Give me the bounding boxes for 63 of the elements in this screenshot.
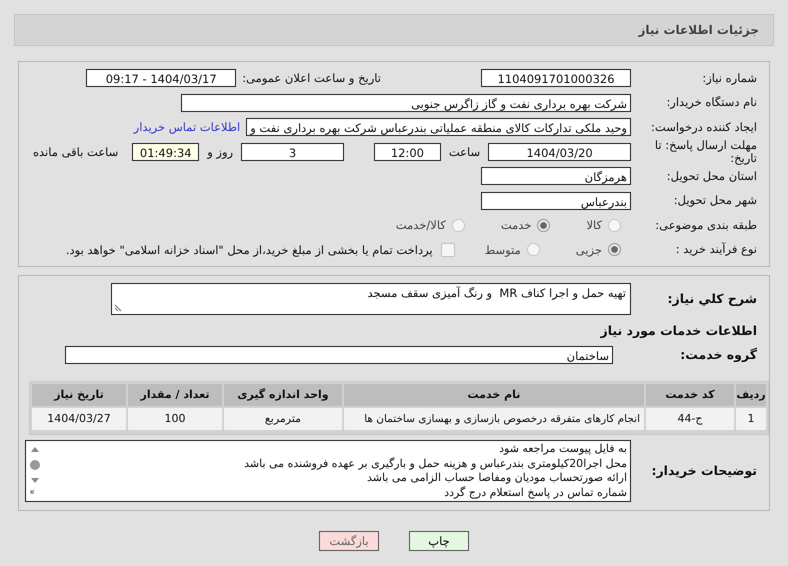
note-line: محل اجرا20کیلومتری بندرعباس و هزینه حمل و بارگیری بر عهده فروشنده می باشد	[243, 456, 627, 471]
radio-label: متوسط	[484, 242, 521, 257]
radio-button[interactable]	[452, 218, 465, 232]
column-header: نام خدمت	[344, 384, 644, 406]
column-header: تعداد / مقدار	[128, 384, 222, 406]
deadline-time-field: 12:00	[374, 142, 441, 161]
remaining-time-field: 01:49:34	[132, 142, 200, 161]
field-label: شرح کلي نیاز:	[666, 292, 758, 306]
column-header: تاریخ نیاز	[32, 384, 126, 406]
page-title: جزئیات اطلاعات نیاز	[638, 23, 759, 37]
back-button[interactable]: بازگشت	[319, 531, 379, 551]
field-label: شماره نیاز:	[701, 72, 758, 85]
announce-date-field: 1404/03/17 - 09:17	[86, 69, 236, 88]
requester-field: وحید ملکی تدارکات کالای منطقه عملیاتی بندرعباس شرکت بهره برداری نفت و	[246, 118, 631, 136]
buyer-org-field: شرکت بهره برداری نفت و گاز زاگرس جنوبی	[181, 94, 631, 112]
remaining-label: ساعت باقی مانده	[33, 144, 118, 159]
deadline-date-field: 1404/03/20	[488, 142, 631, 161]
resize-grip-icon	[114, 304, 122, 312]
note-line: ارائه صورتحساب مودیان ومفاصا حساب الزامی می باشد	[366, 471, 627, 486]
time-label: ساعت	[448, 144, 480, 159]
column-header: کد خدمت	[646, 384, 734, 406]
field-label: تاریخ و ساعت اعلان عمومی:	[242, 71, 381, 86]
field-label: مهلت ارسال پاسخ: تا تاریخ:	[654, 138, 758, 165]
radio-button[interactable]	[608, 218, 621, 232]
table-cell: انجام کارهای متفرقه درخصوص بازسازی و بهسازی ساختمان ها	[344, 408, 644, 430]
note-line: شماره تماس در پاسخ استعلام درج گردد	[443, 486, 627, 500]
field-label: طبقه بندی موضوعی:	[654, 218, 758, 232]
table-cell: 1	[736, 408, 766, 430]
need-number-field: 1104091701000326	[481, 69, 631, 88]
field-label: استان محل تحویل:	[666, 170, 758, 183]
buyer-notes-field[interactable]: به فایل پیوست مراجعه شود محل اجرا20کیلومتری بندرعباس و هزینه حمل و بارگیری بر عهده فروشنده می باشد ارائه صورتحساب مودیان ومفاصا حساب الزامی می باشد شماره تماس در پاسخ استعلام درج گردد	[25, 440, 631, 502]
radio-label: کالا	[586, 218, 602, 232]
field-label: ایجاد کننده درخواست:	[650, 120, 758, 134]
table-cell: مترمربع	[224, 408, 342, 430]
payment-option-text: پرداخت تمام یا بخشی از مبلغ خرید،از محل "اسناد خزانه اسلامی" خواهد بود.	[66, 242, 433, 257]
field-label: نوع فرآیند خرید :	[674, 243, 758, 256]
field-label: گروه خدمت:	[679, 348, 758, 362]
table-cell: ج-44	[646, 408, 734, 430]
radio-label: کالا/خدمت	[396, 218, 446, 232]
radio-button[interactable]	[537, 218, 550, 232]
table-cell: 100	[128, 408, 222, 430]
radio-button[interactable]	[608, 243, 621, 256]
section-heading: اطلاعات خدمات مورد نیاز	[600, 322, 758, 338]
scrollbar-icon	[29, 445, 41, 495]
print-button[interactable]: چاپ	[409, 531, 469, 551]
days-label: روز و	[207, 144, 234, 159]
contact-info-link[interactable]: اطلاعات تماس خریدار	[134, 120, 240, 134]
radio-label: خدمت	[500, 218, 532, 232]
field-label: توضیحات خریدار:	[650, 464, 758, 478]
days-field: 3	[241, 142, 344, 161]
field-label: شهر محل تحویل:	[672, 194, 758, 208]
column-header: واحد اندازه گیری	[224, 384, 342, 406]
city-field: بندرعباس	[481, 192, 631, 210]
field-label: نام دستگاه خریدار:	[665, 96, 758, 110]
table-cell: 1404/03/27	[32, 408, 126, 430]
checkbox[interactable]	[440, 242, 455, 257]
note-line: به فایل پیوست مراجعه شود	[498, 442, 627, 456]
radio-label: جزیی	[576, 242, 602, 257]
service-group-field: ساختمان	[65, 346, 613, 364]
column-header: ردیف	[736, 384, 766, 406]
province-field: هرمزگان	[481, 167, 631, 186]
description-field[interactable]: تهیه حمل و اجرا کناف MR و رنگ آمیزی سقف مسجد	[111, 283, 631, 315]
radio-button[interactable]	[526, 243, 540, 256]
